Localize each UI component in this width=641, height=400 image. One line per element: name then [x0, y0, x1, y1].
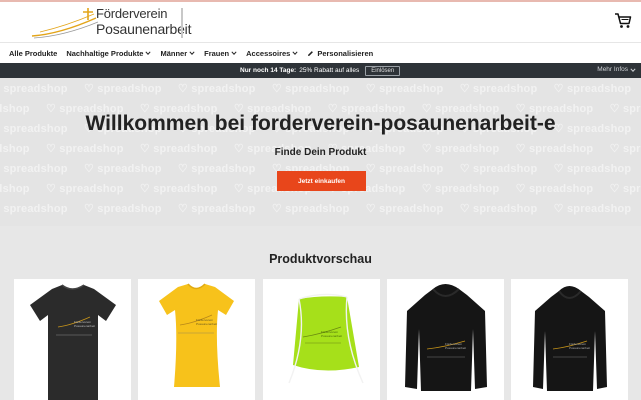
nav-item-label: Nachhaltige Produkte — [66, 48, 144, 58]
logo-divider — [181, 8, 183, 38]
logo-swoosh-icon — [31, 8, 99, 39]
nav-item-label: Männer — [160, 48, 188, 58]
shopping-cart-icon[interactable] — [614, 12, 632, 30]
hero-banner: ♡ spreadshop ♡ spreadshop ♡ spreadshop ♡… — [0, 78, 641, 226]
hoodie-image: Förderverein Posaunenarbeit — [533, 286, 607, 391]
nav-item-label: Accessoires — [246, 48, 291, 58]
logo-line-2: Posaunenarbeit — [96, 21, 192, 37]
product-grid: Förderverein Posaunenarbeit Förderverein… — [14, 279, 634, 400]
nav-item-label: Personalisieren — [317, 48, 374, 58]
site-logo[interactable]: Förderverein Posaunenarbeit — [30, 6, 192, 40]
chevron-down-icon — [630, 67, 636, 72]
svg-text:Posaunenarbeit: Posaunenarbeit — [74, 324, 95, 328]
hero-subtitle: Finde Dein Produkt — [274, 147, 367, 158]
svg-text:Posaunenarbeit: Posaunenarbeit — [445, 346, 466, 350]
women-tshirt-image: Förderverein Posaunenarbeit — [159, 283, 234, 387]
hero-title: Willkommen bei forderverein-posaunenarbe… — [85, 112, 556, 135]
promo-bar: Nur noch 14 Tage: 25% Rabatt auf alles E… — [0, 63, 641, 78]
more-info-label: Mehr Infos — [597, 66, 628, 73]
pattern-row: ♡ spreadshop ♡ spreadshop ♡ spreadshop ♡… — [0, 83, 641, 95]
chevron-down-icon — [292, 51, 298, 55]
nav-item-label: Frauen — [204, 48, 230, 58]
nav-item-label: Alle Produkte — [9, 48, 58, 58]
product-preview-section: Produktvorschau Förderverein Posaunenarb… — [0, 226, 641, 400]
more-info-link[interactable]: Mehr Infos — [597, 66, 636, 73]
redeem-button[interactable]: Einlösen — [365, 65, 401, 76]
site-header: Förderverein Posaunenarbeit — [0, 2, 641, 42]
promo-message: Nur noch 14 Tage: 25% Rabatt auf alles E… — [240, 65, 401, 76]
svg-text:Posaunenarbeit: Posaunenarbeit — [196, 322, 217, 326]
nav-item-personalize[interactable]: Personalisieren — [307, 49, 373, 58]
chevron-down-icon — [231, 51, 237, 55]
svg-text:Posaunenarbeit: Posaunenarbeit — [569, 346, 590, 350]
nav-item-sustainable[interactable]: Nachhaltige Produkte — [66, 48, 152, 58]
section-title: Produktvorschau — [269, 252, 372, 266]
shop-now-button[interactable]: Jetzt einkaufen — [277, 171, 366, 191]
tshirt-image: Förderverein Posaunenarbeit — [30, 284, 116, 400]
product-card-hoodie[interactable]: Förderverein Posaunenarbeit — [511, 279, 628, 400]
product-card-hoodie[interactable]: Förderverein Posaunenarbeit — [387, 279, 504, 400]
svg-text:Posaunenarbeit: Posaunenarbeit — [321, 334, 342, 338]
product-card-women-tshirt[interactable]: Förderverein Posaunenarbeit — [138, 279, 255, 400]
gymbag-image: Förderverein Posaunenarbeit — [288, 293, 364, 384]
nav-item-accessories[interactable]: Accessoires — [246, 49, 298, 58]
logo-line-1: Förderverein — [96, 6, 168, 21]
main-navigation: Alle Produkte Nachhaltige Produkte Männe… — [0, 42, 641, 63]
hoodie-image: Förderverein Posaunenarbeit — [405, 284, 487, 391]
chevron-down-icon — [145, 51, 152, 55]
promo-lead: Nur noch 14 Tage: — [240, 67, 297, 74]
nav-item-women[interactable]: Frauen — [204, 49, 237, 58]
product-card-gymbag[interactable]: Förderverein Posaunenarbeit — [263, 279, 380, 400]
pencil-icon — [308, 50, 314, 56]
chevron-down-icon — [189, 51, 195, 55]
nav-item-all-products[interactable]: Alle Produkte — [9, 49, 57, 58]
nav-item-men[interactable]: Männer — [160, 49, 195, 58]
product-card-tshirt[interactable]: Förderverein Posaunenarbeit — [14, 279, 131, 400]
pattern-row: ♡ spreadshop ♡ spreadshop ♡ spreadshop ♡… — [0, 203, 641, 215]
promo-text: 25% Rabatt auf alles — [299, 67, 360, 74]
